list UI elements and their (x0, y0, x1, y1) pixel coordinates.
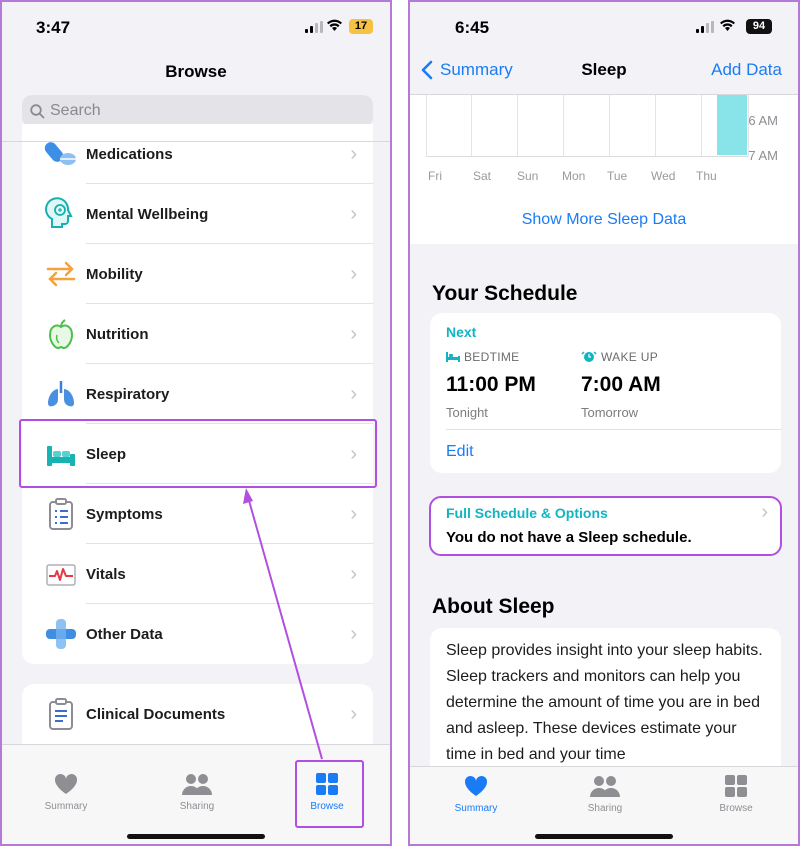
grid-line (517, 95, 518, 156)
browse-screen: 3:47 17 Browse Search Medications › Ment… (0, 0, 392, 846)
tab-label: Browse (719, 803, 753, 814)
next-label: Next (446, 324, 477, 340)
about-text: Sleep provides insight into your sleep h… (446, 642, 763, 763)
tab-summary[interactable]: Summary (426, 771, 526, 814)
grid-line (609, 95, 610, 156)
card-divider (446, 429, 781, 430)
alarm-clock-icon (581, 351, 597, 362)
bedtime-day: Tonight (446, 405, 488, 420)
show-more-sleep-data-link[interactable]: Show More Sleep Data (410, 211, 798, 229)
people-icon (590, 776, 620, 797)
no-schedule-message: You do not have a Sleep schedule. (446, 529, 692, 546)
wakeup-header: WAKE UP (581, 350, 658, 364)
battery-level: 94 (746, 19, 772, 34)
x-tick-label: Wed (651, 169, 676, 183)
x-tick-label: Mon (562, 169, 586, 183)
edit-button[interactable]: Edit (446, 443, 474, 461)
annotation-arrow (243, 488, 323, 760)
x-tick-label: Sun (517, 169, 539, 183)
y-tick-label: 6 AM (748, 113, 778, 128)
wifi-icon (719, 18, 736, 37)
tab-bar: Summary Sharing Browse (410, 766, 798, 844)
home-indicator (535, 834, 673, 839)
wakeup-time: 7:00 AM (581, 373, 661, 396)
bedtime-label: BEDTIME (464, 350, 520, 364)
grid-icon (725, 775, 747, 797)
heart-icon (464, 775, 488, 796)
status-bar: 6:45 94 (410, 2, 798, 52)
grid-line (471, 95, 472, 156)
status-time: 6:45 (455, 18, 490, 37)
x-tick-label: Thu (696, 169, 717, 183)
add-data-button[interactable]: Add Data (711, 60, 782, 80)
signal-icon (696, 21, 714, 33)
sleep-chart: 6 AM 7 AM Fri Sat Sun Mon Tue Wed Thu Sh… (410, 94, 798, 244)
schedule-card: Next BEDTIME 11:00 PM Tonight WAKE UP 7:… (430, 313, 781, 473)
full-schedule-options-row[interactable]: Full Schedule & Options You do not have … (429, 496, 782, 556)
grid-line (655, 95, 656, 156)
wakeup-day: Tomorrow (581, 405, 639, 420)
x-tick-label: Fri (428, 169, 442, 183)
chevron-right-icon: › (761, 501, 768, 523)
bedtime-time: 11:00 PM (446, 373, 536, 396)
grid-line (563, 95, 564, 156)
full-schedule-title: Full Schedule & Options (446, 505, 608, 521)
about-heading: About Sleep (432, 595, 555, 618)
bedtime-header: BEDTIME (446, 350, 519, 364)
grid-line (701, 95, 702, 156)
sleep-bar-thu (717, 95, 747, 155)
tab-sharing[interactable]: Sharing (555, 771, 655, 814)
tab-label: Summary (454, 803, 498, 814)
about-card: Sleep provides insight into your sleep h… (430, 628, 781, 778)
y-tick-label: 7 AM (748, 148, 778, 163)
wakeup-label: WAKE UP (601, 350, 658, 364)
schedule-heading: Your Schedule (432, 282, 578, 305)
tab-label: Sharing (587, 803, 623, 814)
chart-grid (426, 95, 749, 157)
x-tick-label: Sat (473, 169, 492, 183)
tab-browse[interactable]: Browse (686, 771, 786, 814)
sleep-screen: 6:45 94 Summary Sleep Add Data 6 AM 7 AM… (408, 0, 800, 846)
bed-icon (446, 352, 460, 362)
nav-bar: Summary Sleep Add Data (410, 60, 798, 84)
x-tick-label: Tue (607, 169, 628, 183)
